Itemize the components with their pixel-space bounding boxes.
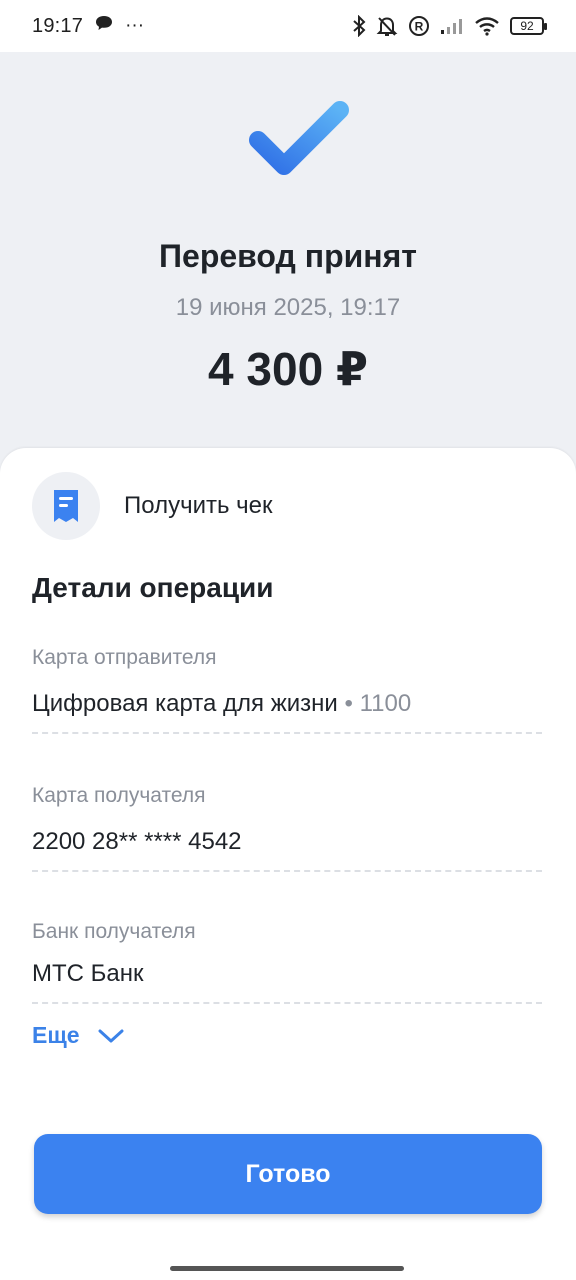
status-more-dots: ··· [125, 15, 145, 36]
status-time: 19:17 [32, 14, 84, 37]
transfer-date: 19 июня 2025, 19:17 [175, 294, 401, 321]
show-more-button[interactable]: Еще [32, 1022, 124, 1049]
status-bar: 19:17 ··· R 92 [0, 0, 576, 52]
done-button[interactable]: Готово [34, 1134, 542, 1214]
divider [32, 732, 542, 734]
chevron-down-icon [98, 1029, 124, 1042]
sender-card-value: Цифровая карта для жизни • 1100 [32, 690, 542, 718]
bell-off-icon [376, 15, 398, 37]
transfer-amount: 4 300 ₽ [208, 343, 368, 395]
screen: 19:17 ··· R 92 Перевод принят 19 июня 20… [0, 0, 576, 1280]
get-receipt-label: Получить чек [124, 492, 273, 519]
battery-icon: 92 [510, 17, 547, 35]
success-header: Перевод принят 19 июня 2025, 19:17 4 300… [0, 52, 576, 462]
sender-card-label: Карта отправителя [32, 646, 217, 669]
recipient-bank-field: Банк получателя МТС Банк [32, 920, 542, 1004]
checkmark-icon [249, 101, 349, 175]
recipient-bank-label: Банк получателя [32, 920, 196, 943]
details-title: Детали операции [32, 572, 274, 603]
registered-icon: R [408, 15, 430, 37]
recipient-card-value: 2200 28** **** 4542 [32, 828, 242, 855]
sender-card-field: Карта отправителя Цифровая карта для жиз… [32, 646, 542, 734]
chat-bubble-icon [95, 15, 113, 37]
sender-card-name: Цифровая карта для жизни [32, 690, 338, 717]
signal-icon [440, 17, 464, 35]
details-sheet: Получить чек Детали операции Карта отпра… [0, 448, 576, 1258]
recipient-bank-value: МТС Банк [32, 960, 144, 987]
status-right: R 92 [352, 15, 547, 37]
svg-text:R: R [415, 20, 424, 34]
divider [32, 870, 542, 872]
navigation-bar [0, 1254, 576, 1280]
show-more-label: Еще [32, 1022, 80, 1048]
status-left: 19:17 ··· [32, 15, 144, 38]
get-receipt-button[interactable]: Получить чек [32, 472, 273, 540]
recipient-card-label: Карта получателя [32, 784, 206, 807]
sender-card-number: • 1100 [344, 690, 412, 717]
recipient-card-field: Карта получателя 2200 28** **** 4542 [32, 784, 542, 872]
wifi-icon [474, 16, 500, 36]
bluetooth-icon [352, 15, 366, 37]
page-title: Перевод принят [159, 238, 417, 274]
receipt-icon-circle [32, 472, 100, 540]
divider [32, 1002, 542, 1004]
receipt-icon [54, 490, 78, 522]
home-indicator[interactable] [170, 1266, 404, 1271]
